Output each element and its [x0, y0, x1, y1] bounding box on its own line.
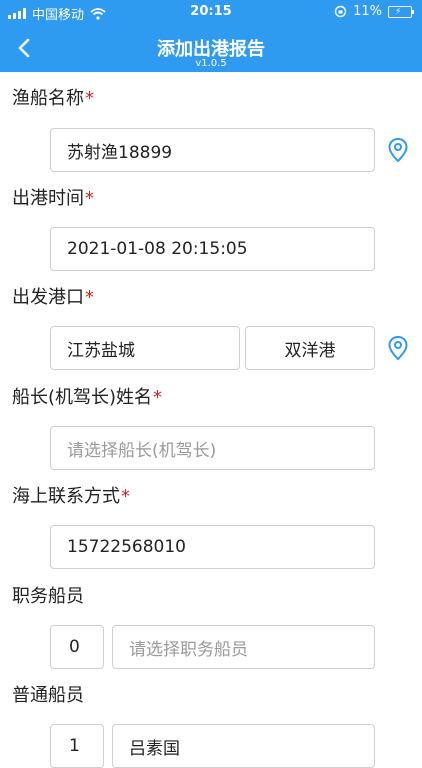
port-location-button[interactable]	[385, 334, 411, 362]
required-mark: *	[85, 287, 94, 308]
status-right: 11% ⚡	[334, 4, 414, 19]
required-mark: *	[153, 387, 163, 408]
port-region-field[interactable]: 江苏盐城	[50, 326, 240, 370]
ordinary-crew-select[interactable]: 吕素国	[112, 724, 375, 768]
departure-time-field[interactable]: 2021-01-08 20:15:05	[50, 227, 375, 271]
officer-crew-select[interactable]: 请选择职务船员	[112, 625, 375, 669]
required-mark: *	[121, 486, 130, 507]
orientation-lock-icon	[334, 5, 347, 18]
captain-label: 船长(机驾长)姓名*	[12, 387, 163, 408]
vessel-location-button[interactable]	[385, 136, 411, 164]
vessel-name-field[interactable]: 苏射渔18899	[50, 128, 375, 172]
port-name-field[interactable]: 双洋港	[245, 326, 375, 370]
ordinary-crew-label: 普通船员	[12, 685, 84, 706]
location-pin-icon	[388, 335, 408, 361]
captain-select[interactable]: 请选择船长(机驾长)	[50, 426, 375, 470]
contact-label: 海上联系方式*	[12, 486, 130, 507]
required-mark: *	[85, 88, 94, 109]
location-pin-icon	[388, 137, 408, 163]
battery-percent: 11%	[353, 4, 382, 19]
contact-field[interactable]: 15722568010	[50, 525, 375, 569]
officer-crew-count[interactable]: 0	[50, 625, 104, 669]
ordinary-crew-count[interactable]: 1	[50, 724, 104, 768]
officer-crew-label: 职务船员	[12, 586, 84, 607]
battery-icon: ⚡	[388, 5, 414, 18]
status-bar: 中国移动 20:15 11% ⚡	[0, 0, 422, 24]
vessel-name-label: 渔船名称*	[12, 88, 94, 109]
departure-port-label: 出发港口*	[12, 287, 94, 308]
departure-time-label: 出港时间*	[12, 188, 94, 209]
app-version: v1.0.5	[195, 58, 227, 69]
nav-bar: 添加出港报告 v1.0.5	[0, 24, 422, 72]
required-mark: *	[85, 188, 94, 209]
